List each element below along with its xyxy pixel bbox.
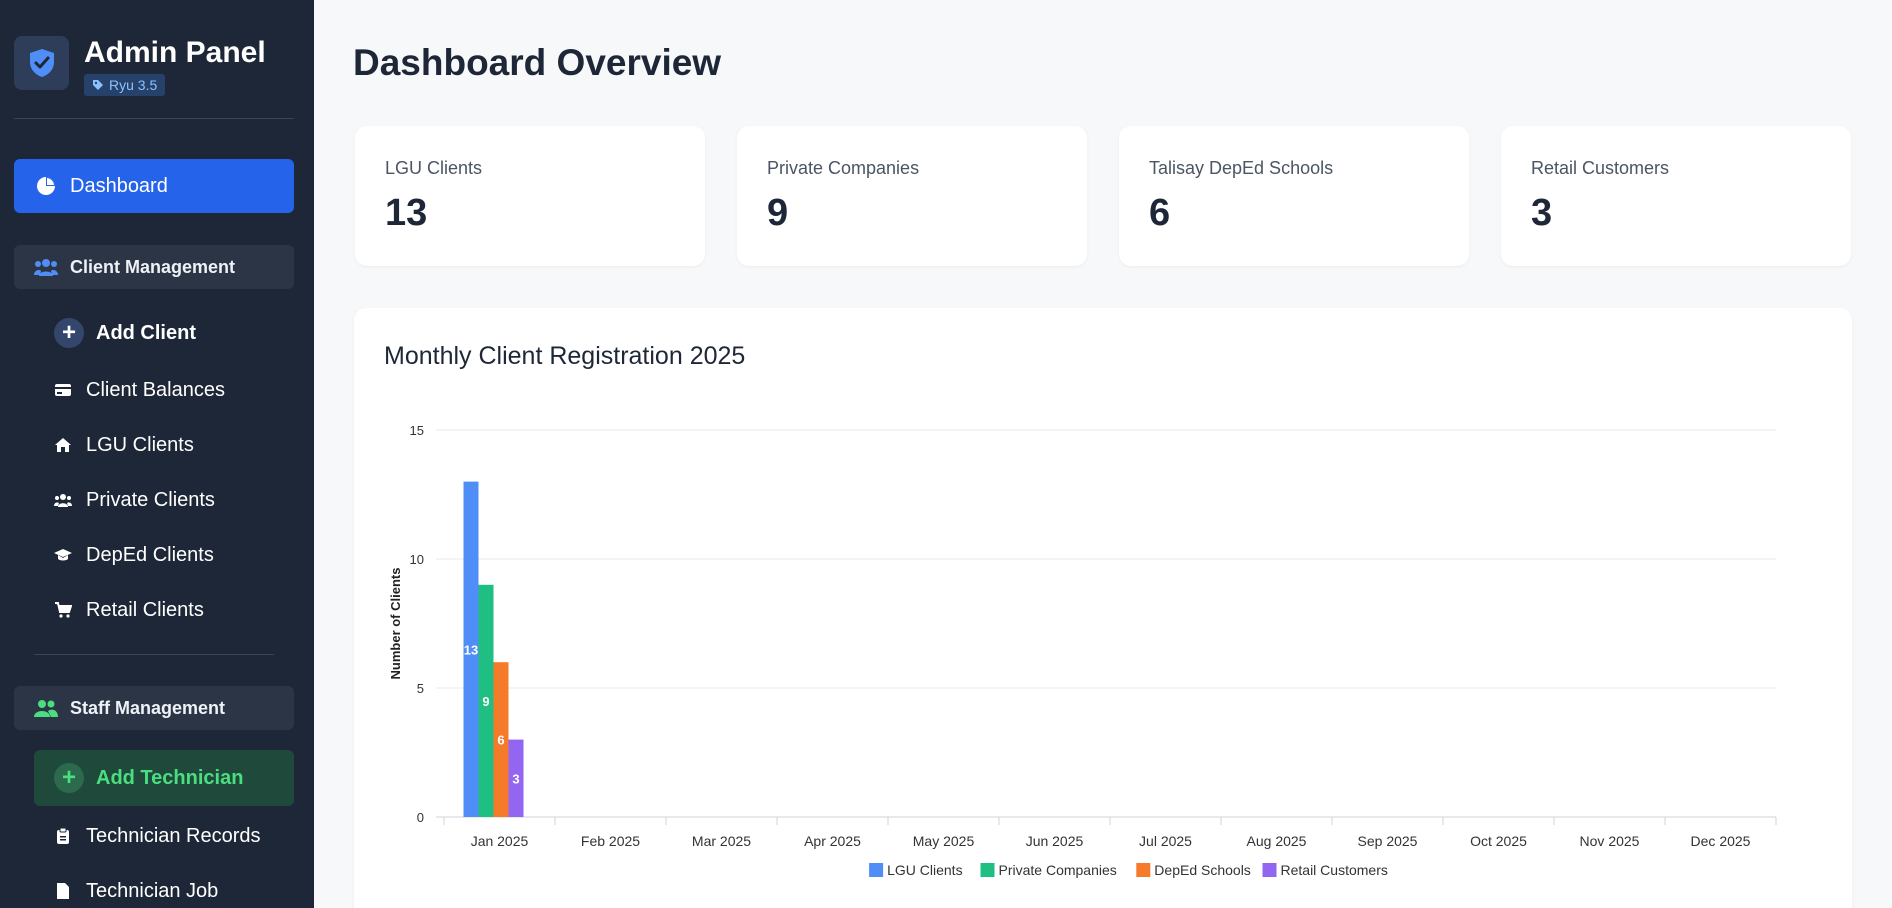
stat-card-deped: Talisay DepEd Schools 6 [1119, 126, 1469, 266]
stat-value: 3 [1531, 192, 1553, 234]
stat-card-lgu: LGU Clients 13 [355, 126, 705, 266]
sidebar-item-private-clients[interactable]: Private Clients [54, 485, 215, 515]
sidebar-item-label: Retail Clients [86, 598, 204, 621]
x-tick-label: Jan 2025 [471, 833, 529, 849]
sidebar-item-label: DepEd Clients [86, 543, 214, 566]
file-icon [54, 882, 72, 900]
sidebar: Admin Panel Ryu 3.5 Dashboard Client Man… [0, 0, 314, 908]
x-tick-label: Oct 2025 [1470, 833, 1527, 849]
data-label: 3 [512, 771, 519, 786]
brand: Admin Panel Ryu 3.5 [14, 36, 284, 116]
users-icon [34, 259, 58, 276]
stat-value: 9 [767, 192, 789, 234]
stat-label: Retail Customers [1531, 158, 1670, 178]
y-tick-label: 10 [410, 552, 424, 567]
add-client-label: Add Client [96, 321, 196, 344]
section-client-management-label: Client Management [70, 256, 236, 277]
stat-card-private: Private Companies 9 [737, 126, 1087, 266]
data-label: 6 [497, 733, 504, 748]
x-tick-label: Mar 2025 [692, 833, 751, 849]
legend-label: Retail Customers [1281, 862, 1388, 878]
clipboard-icon [54, 827, 72, 845]
chart-card: Monthly Client Registration 2025 0 5 10 15 N… [354, 308, 1852, 908]
legend-swatch [980, 863, 995, 877]
legend-swatch [869, 863, 884, 877]
stat-value: 6 [1149, 192, 1171, 234]
app-title: Admin Panel [84, 36, 266, 69]
staff-icon [34, 700, 58, 717]
divider [14, 118, 294, 119]
home-icon [54, 437, 72, 453]
divider [34, 654, 274, 655]
add-client-button[interactable]: + Add Client [54, 318, 196, 348]
add-technician-button[interactable]: + Add Technician [34, 750, 294, 806]
sidebar-item-label: Private Clients [86, 488, 215, 511]
shield-icon [14, 36, 69, 90]
section-client-management[interactable]: Client Management [14, 245, 294, 289]
x-tick-label: Jun 2025 [1026, 833, 1084, 849]
sidebar-item-lgu-clients[interactable]: LGU Clients [54, 430, 194, 460]
stat-label: LGU Clients [385, 158, 483, 178]
stat-card-retail: Retail Customers 3 [1501, 126, 1851, 266]
legend-label: DepEd Schools [1154, 862, 1251, 878]
nav-dashboard-label: Dashboard [70, 174, 168, 197]
graduation-cap-icon [54, 548, 72, 562]
x-tick-label: Dec 2025 [1691, 833, 1751, 849]
legend-label: LGU Clients [887, 862, 962, 878]
version-badge-label: Ryu 3.5 [109, 77, 158, 93]
stat-value: 13 [385, 192, 428, 234]
users-icon [54, 493, 72, 507]
nav-dashboard[interactable]: Dashboard [14, 159, 294, 213]
add-technician-label: Add Technician [96, 766, 244, 789]
plus-icon: + [54, 318, 84, 348]
monthly-registration-chart: 0 5 10 15 Number of Clients Jan 2025 Feb 2025 M… [388, 423, 1777, 878]
sidebar-item-label: Technician Records [86, 824, 261, 847]
x-tick-label: Apr 2025 [804, 833, 861, 849]
data-label: 13 [464, 642, 478, 657]
plus-icon: + [54, 763, 84, 793]
section-staff-management-label: Staff Management [70, 697, 226, 718]
version-badge: Ryu 3.5 [84, 74, 166, 96]
y-tick-label: 5 [417, 681, 424, 696]
stat-label: Talisay DepEd Schools [1149, 158, 1334, 178]
legend-swatch [1262, 863, 1277, 877]
x-tick-label: Jul 2025 [1139, 833, 1192, 849]
pie-chart-icon [37, 177, 55, 195]
sidebar-item-technician-job[interactable]: Technician Job [54, 876, 218, 906]
x-tick-label: Sep 2025 [1358, 833, 1418, 849]
legend-swatch [1136, 863, 1151, 877]
data-label: 9 [482, 694, 489, 709]
sidebar-item-client-balances[interactable]: Client Balances [54, 375, 225, 405]
sidebar-item-technician-records[interactable]: Technician Records [54, 821, 261, 851]
y-tick-label: 0 [417, 810, 424, 825]
x-tick-label: May 2025 [913, 833, 975, 849]
sidebar-item-label: LGU Clients [86, 433, 194, 456]
stat-label: Private Companies [767, 158, 920, 178]
y-tick-label: 15 [410, 423, 424, 438]
y-axis-label: Number of Clients [388, 568, 403, 680]
legend-label: Private Companies [999, 862, 1117, 878]
sidebar-item-retail-clients[interactable]: Retail Clients [54, 595, 204, 625]
section-staff-management[interactable]: Staff Management [14, 686, 294, 730]
tag-icon [93, 80, 103, 90]
card-icon [54, 383, 72, 397]
x-tick-label: Nov 2025 [1580, 833, 1640, 849]
x-tick-label: Aug 2025 [1247, 833, 1307, 849]
page-title: Dashboard Overview [353, 42, 722, 83]
sidebar-item-deped-clients[interactable]: DepEd Clients [54, 540, 214, 570]
x-tick-label: Feb 2025 [581, 833, 640, 849]
cart-icon [54, 602, 72, 618]
sidebar-item-label: Client Balances [86, 378, 225, 401]
sidebar-item-label: Technician Job [86, 879, 219, 902]
